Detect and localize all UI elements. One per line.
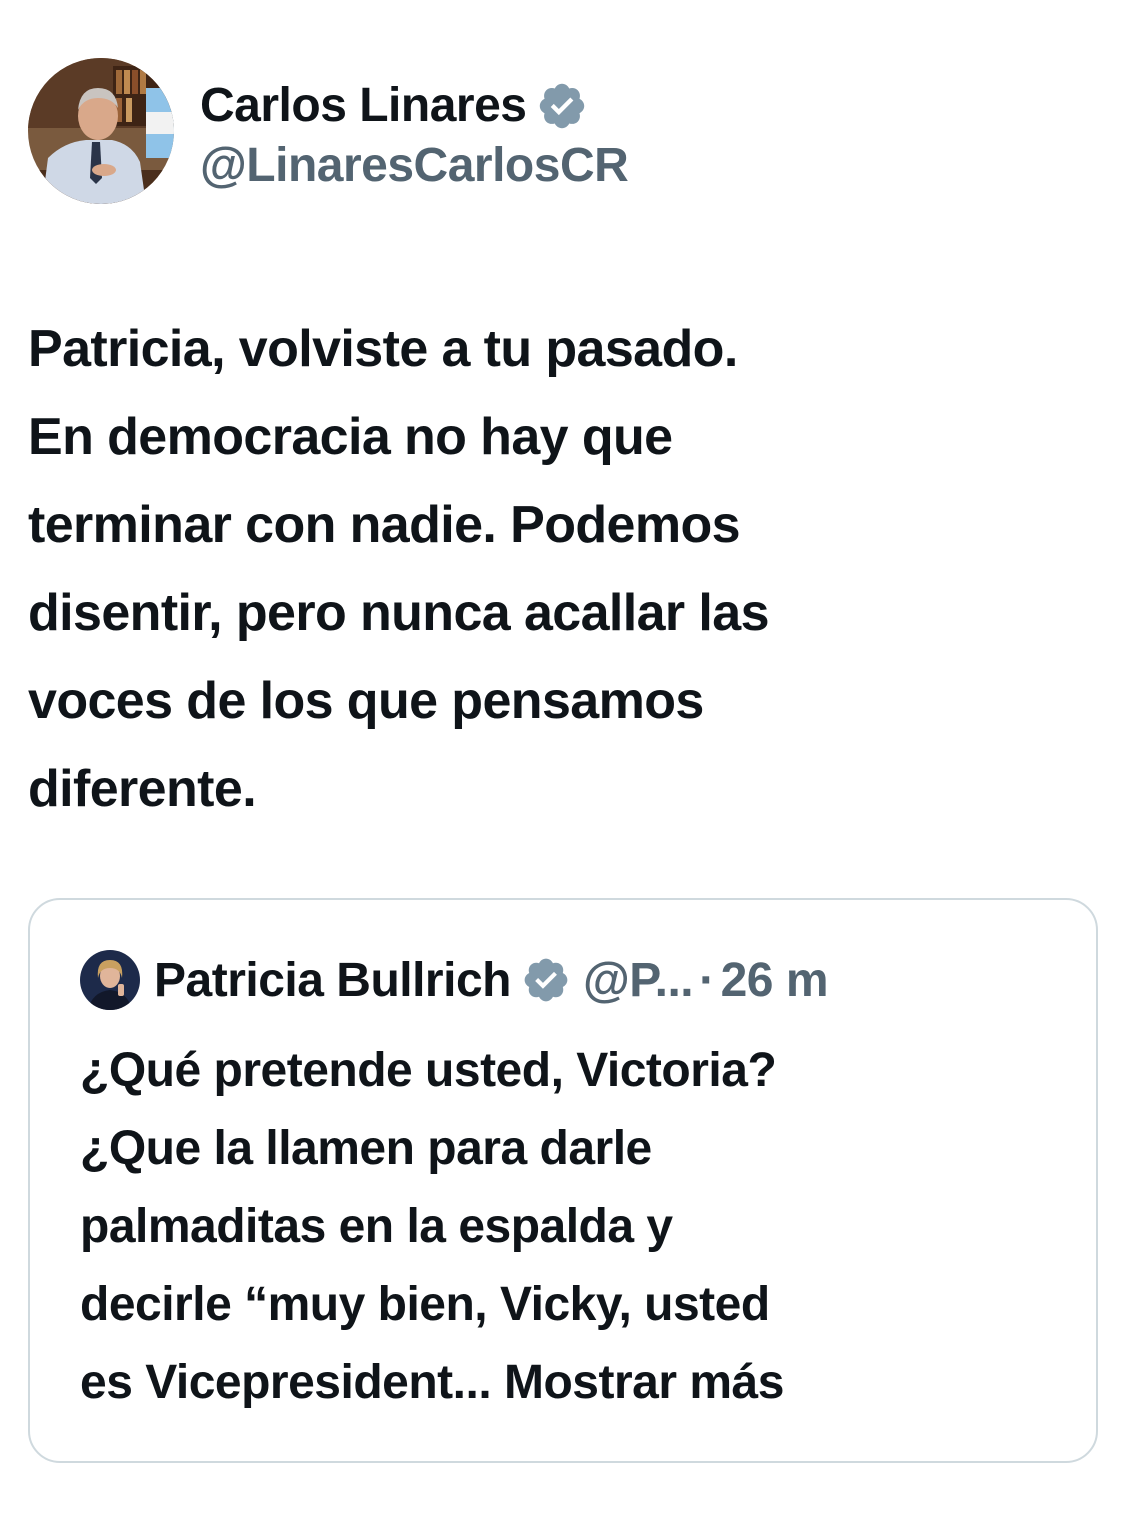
- verified-badge-icon: [536, 80, 588, 132]
- quoted-tweet-text: ¿Qué pretende usted, Victoria? ¿Que la l…: [80, 1032, 1080, 1422]
- tweet-text-line: diferente.: [28, 760, 257, 818]
- tweet-text-line: En democracia no hay que: [28, 408, 673, 466]
- author-handle[interactable]: @LinaresCarlosCR: [200, 138, 629, 193]
- quoted-text-line: ¿Que la llamen para darle: [80, 1122, 652, 1175]
- quoted-text-line: palmaditas en la espalda y: [80, 1200, 673, 1253]
- tweet-text-line: voces de los que pensamos: [28, 672, 704, 730]
- quoted-text-line: es Vicepresident...: [80, 1356, 492, 1409]
- tweet-text-line: disentir, pero nunca acallar las: [28, 584, 770, 642]
- author-name-row: Carlos Linares: [200, 70, 628, 142]
- author-avatar[interactable]: [28, 58, 174, 204]
- tweet-text-line: terminar con nadie. Podemos: [28, 496, 741, 554]
- quoted-timestamp[interactable]: 26 m: [721, 953, 829, 1008]
- quoted-text-line: ¿Qué pretende usted, Victoria?: [80, 1044, 777, 1097]
- quoted-tweet-header: Patricia Bullrich @P... · 26 m: [80, 948, 829, 1012]
- quoted-text-line: decirle “muy bien, Vicky, usted: [80, 1278, 770, 1331]
- quoted-tweet-card[interactable]: Patricia Bullrich @P... · 26 m ¿Qué pret…: [28, 898, 1098, 1463]
- separator-dot: ·: [699, 953, 715, 1007]
- show-more-link[interactable]: Mostrar más: [504, 1356, 784, 1409]
- tweet-text-line: Patricia, volviste a tu pasado.: [28, 320, 738, 378]
- quoted-author-handle[interactable]: @P...: [583, 953, 694, 1008]
- quoted-author-avatar[interactable]: [80, 950, 140, 1010]
- verified-badge-icon: [521, 955, 571, 1005]
- author-name[interactable]: Carlos Linares: [200, 78, 527, 133]
- quoted-text-line-last: es Vicepresident... Mostrar más: [80, 1344, 1080, 1422]
- author-info: Carlos Linares @LinaresCarlosCR: [200, 70, 629, 193]
- tweet-text: Patricia, volviste a tu pasado. En democ…: [28, 305, 1088, 833]
- tweet-header: Carlos Linares @LinaresCarlosCR: [28, 58, 629, 204]
- quoted-author-name[interactable]: Patricia Bullrich: [154, 953, 511, 1008]
